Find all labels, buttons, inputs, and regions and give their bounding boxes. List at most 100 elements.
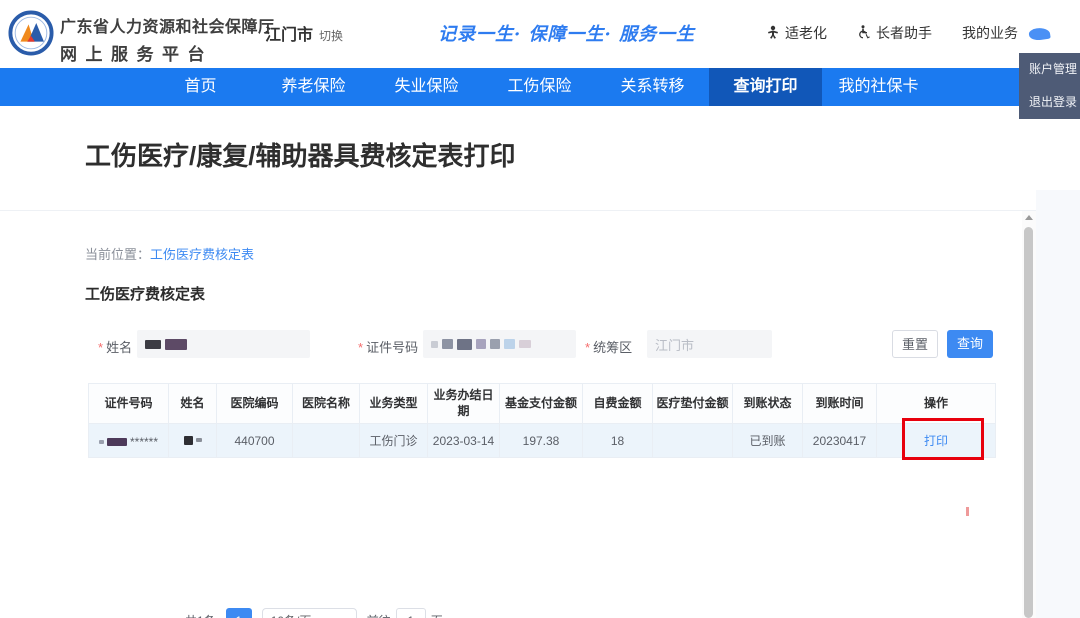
required-mark: * (585, 340, 590, 355)
highlight-annotation-box (902, 418, 984, 460)
switch-city-link[interactable]: 切换 (319, 29, 343, 43)
main-nav: 首页 养老保险 失业保险 工伤保险 关系转移 查询打印 我的社保卡 (0, 68, 1080, 106)
elder-mode-link[interactable]: 适老化 (766, 23, 827, 43)
redacted-id-block (431, 341, 438, 348)
my-business-label: 我的业务 (962, 23, 1018, 43)
name-label: *姓名 (98, 337, 132, 356)
col-name: 姓名 (169, 384, 217, 424)
cell-name (169, 424, 217, 458)
breadcrumb: 当前位置：工伤医疗费核定表 (85, 244, 254, 263)
pagination: 共1条 1 10条/页 ▼ 前往 1 页 (185, 608, 443, 618)
elder-mode-label: 适老化 (785, 23, 827, 43)
query-button[interactable]: 查询 (947, 330, 993, 358)
pagination-page-1[interactable]: 1 (226, 608, 252, 618)
scrollbar-thumb[interactable] (1024, 227, 1033, 618)
nav-item-query-print[interactable]: 查询打印 (709, 68, 822, 106)
nav-item-transfer[interactable]: 关系转移 (596, 68, 709, 106)
city-selector: 江门市切换 (265, 21, 343, 45)
col-arrival-time: 到账时间 (803, 384, 877, 424)
nav-item-injury[interactable]: 工伤保险 (483, 68, 596, 106)
cell-business-type: 工伤门诊 (360, 424, 428, 458)
page-unit-label: 页 (431, 608, 443, 618)
redacted-name-block (165, 339, 187, 350)
chevron-down-icon: ▼ (339, 609, 348, 618)
region-value: 江门市 (655, 335, 694, 354)
cell-hospital-name (293, 424, 360, 458)
scrollbar-up-arrow-icon[interactable] (1025, 215, 1033, 220)
redacted-id-block (457, 339, 472, 350)
required-mark: * (358, 340, 363, 355)
region-input[interactable]: 江门市 (647, 330, 772, 358)
nav-item-home[interactable]: 首页 (144, 68, 257, 106)
reset-button[interactable]: 重置 (892, 330, 938, 358)
org-title-line2: 网上服务平台 (60, 40, 275, 65)
site-slogan: 记录一生· 保障一生· 服务一生 (438, 20, 738, 46)
my-business-link[interactable]: 我的业务 (962, 23, 1018, 43)
nav-item-social-card[interactable]: 我的社保卡 (822, 68, 935, 106)
redacted-cell-block (184, 436, 193, 445)
page-title: 工伤医疗/康复/辅助器具费核定表打印 (85, 136, 515, 173)
red-cursor-artifact (966, 507, 969, 516)
col-advance-amount: 医疗垫付金额 (653, 384, 733, 424)
logout-item[interactable]: 退出登录 (1019, 86, 1080, 119)
nav-item-unemployment[interactable]: 失业保险 (370, 68, 483, 106)
table-header-row: 证件号码 姓名 医院编码 医院名称 业务类型 业务办结日期 基金支付金额 自费金… (89, 384, 996, 424)
breadcrumb-label: 当前位置： (85, 247, 150, 262)
scrollbar[interactable] (1022, 211, 1036, 618)
account-menu: 账户管理 退出登录 (1019, 53, 1080, 119)
goto-page-input[interactable]: 1 (396, 608, 426, 618)
app-window: 广东省人力资源和社会保障厅 网上服务平台 江门市切换 记录一生· 保障一生· 服… (0, 0, 1080, 618)
org-title-line1: 广东省人力资源和社会保障厅 (60, 13, 275, 37)
page-size-value: 10条/页 (271, 609, 312, 618)
col-finish-date: 业务办结日期 (428, 384, 500, 424)
redacted-cell-block (99, 440, 104, 444)
cell-self-amount: 18 (583, 424, 653, 458)
header-links: 适老化 长者助手 我的业务 (766, 23, 1018, 43)
region-label: *统筹区 (585, 337, 632, 356)
pagination-total: 共1条 (185, 608, 216, 618)
col-hospital-name: 医院名称 (293, 384, 360, 424)
page-size-select[interactable]: 10条/页 ▼ (262, 608, 357, 618)
cell-finish-date: 2023-03-14 (428, 424, 500, 458)
name-input[interactable] (137, 330, 310, 358)
cell-hospital-code: 440700 (217, 424, 293, 458)
table-row: ****** 440700 工伤门诊 2023-03-14 197.38 18 … (89, 424, 996, 458)
account-manage-item[interactable]: 账户管理 (1019, 53, 1080, 86)
id-input[interactable] (423, 330, 576, 358)
elder-helper-link[interactable]: 长者助手 (857, 23, 932, 43)
wheelchair-icon (857, 25, 871, 42)
user-avatar-icon[interactable] (1028, 27, 1050, 42)
redacted-id-block (442, 339, 453, 349)
col-hospital-code: 医院编码 (217, 384, 293, 424)
cell-fund-amount: 197.38 (500, 424, 583, 458)
cell-id: ****** (89, 424, 169, 458)
redacted-id-block (504, 339, 515, 349)
goto-label: 前往 (367, 608, 391, 618)
org-title: 广东省人力资源和社会保障厅 网上服务平台 (60, 13, 275, 65)
result-table: 证件号码 姓名 医院编码 医院名称 业务类型 业务办结日期 基金支付金额 自费金… (88, 383, 995, 458)
redacted-id-block (476, 339, 486, 349)
region-label-text: 统筹区 (593, 340, 632, 355)
current-city: 江门市 (265, 27, 313, 44)
redacted-id-block (490, 339, 500, 349)
redacted-name-block (145, 340, 161, 349)
nav-item-pension[interactable]: 养老保险 (257, 68, 370, 106)
query-form: *姓名 *证件号码 *统筹区 江门市 重置 查询 (0, 330, 1036, 360)
elder-helper-label: 长者助手 (876, 23, 932, 43)
section-title: 工伤医疗费核定表 (85, 283, 205, 304)
col-self-amount: 自费金额 (583, 384, 653, 424)
col-business-type: 业务类型 (360, 384, 428, 424)
cell-arrival-status: 已到账 (733, 424, 803, 458)
elder-person-icon (766, 25, 780, 42)
cell-advance-amount (653, 424, 733, 458)
name-label-text: 姓名 (106, 340, 132, 355)
pagination-goto: 前往 1 页 (367, 608, 443, 618)
masked-id-text: ****** (130, 435, 158, 449)
redacted-cell-block (196, 438, 202, 442)
col-id: 证件号码 (89, 384, 169, 424)
id-label: *证件号码 (358, 337, 418, 356)
breadcrumb-current-link[interactable]: 工伤医疗费核定表 (150, 247, 254, 262)
cell-arrival-time: 20230417 (803, 424, 877, 458)
org-logo-icon (8, 10, 54, 61)
redacted-id-block (519, 340, 531, 348)
